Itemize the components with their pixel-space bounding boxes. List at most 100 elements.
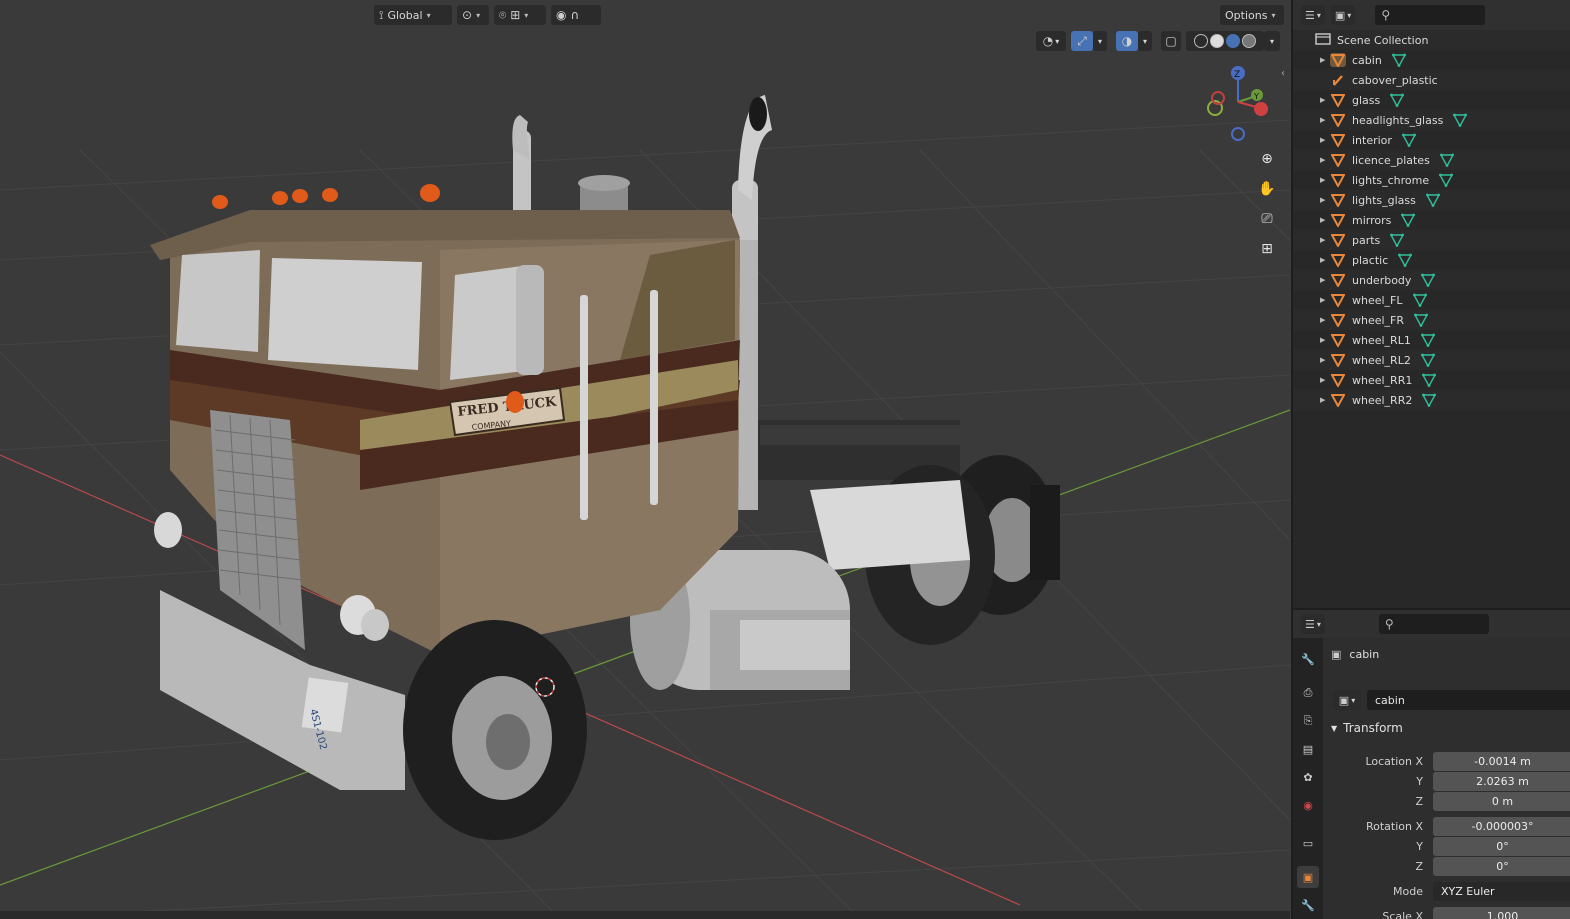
modifier-tab-icon[interactable]: 🔧: [1297, 894, 1319, 916]
outliner-item-underbody[interactable]: ▶ underbody: [1293, 270, 1570, 290]
transform-value-field[interactable]: 2.0263 m: [1433, 771, 1570, 791]
wireframe-shading-icon[interactable]: [1194, 34, 1208, 48]
output-tab-icon[interactable]: ⎘: [1297, 710, 1319, 732]
mesh-data-icon[interactable]: [1391, 53, 1406, 67]
outliner-item-wheel_FL[interactable]: ▶ wheel_FL: [1293, 290, 1570, 310]
mesh-data-icon[interactable]: [1420, 333, 1435, 347]
expand-arrow-icon[interactable]: ▶: [1320, 296, 1330, 304]
shading-dropdown[interactable]: ▾: [1264, 31, 1280, 51]
mesh-data-icon[interactable]: [1414, 313, 1429, 327]
mesh-data-icon[interactable]: [1421, 273, 1436, 287]
outliner-item-cabover_plastic[interactable]: cabover_plastic: [1293, 70, 1570, 90]
outliner-item-wheel_RL1[interactable]: ▶ wheel_RL1: [1293, 330, 1570, 350]
expand-arrow-icon[interactable]: ▶: [1320, 216, 1330, 224]
3d-viewport[interactable]: FRED TRUCK COMPANY 4S1-102 ⟟ Global ▾ ⊙ …: [0, 0, 1290, 919]
outliner-item-cabin[interactable]: ▶ cabin: [1293, 50, 1570, 70]
collection-tab-icon[interactable]: ▭: [1297, 832, 1319, 854]
rotation-mode-dropdown[interactable]: XYZ Euler: [1433, 881, 1570, 901]
material-preview-shading-icon[interactable]: [1226, 34, 1240, 48]
expand-arrow-icon[interactable]: ▶: [1320, 56, 1330, 64]
transform-value-field[interactable]: 0°: [1433, 836, 1570, 856]
mesh-data-icon[interactable]: [1425, 193, 1440, 207]
world-tab-icon[interactable]: ◉: [1297, 794, 1319, 816]
snap-dropdown[interactable]: ⌾ ⊞ ▾: [494, 5, 546, 25]
expand-arrow-icon[interactable]: ▶: [1320, 116, 1330, 124]
outliner-item-wheel_RR2[interactable]: ▶ wheel_RR2: [1293, 390, 1570, 410]
outliner-item-licence_plates[interactable]: ▶ licence_plates: [1293, 150, 1570, 170]
tool-tab-icon[interactable]: 🔧: [1297, 648, 1319, 670]
mesh-data-icon[interactable]: [1420, 353, 1435, 367]
solid-shading-icon[interactable]: [1210, 34, 1224, 48]
options-dropdown[interactable]: Options ▾: [1220, 5, 1284, 25]
outliner-item-plactic[interactable]: ▶ plactic: [1293, 250, 1570, 270]
expand-arrow-icon[interactable]: ▶: [1320, 136, 1330, 144]
transform-panel-header[interactable]: ▼ Transform: [1331, 721, 1403, 735]
rendered-shading-icon[interactable]: [1242, 34, 1256, 48]
scene-collection-row[interactable]: Scene Collection: [1293, 30, 1570, 50]
expand-arrow-icon[interactable]: ▶: [1320, 376, 1330, 384]
mesh-data-icon[interactable]: [1390, 93, 1405, 107]
truck-model[interactable]: FRED TRUCK COMPANY 4S1-102: [140, 90, 1080, 850]
mesh-data-icon[interactable]: [1439, 153, 1454, 167]
editor-type-dropdown[interactable]: ☰ ▾: [1301, 5, 1325, 25]
mesh-data-icon[interactable]: [1412, 293, 1427, 307]
expand-arrow-icon[interactable]: ▶: [1320, 356, 1330, 364]
expand-arrow-icon[interactable]: ▶: [1320, 316, 1330, 324]
mesh-data-icon[interactable]: [1401, 133, 1416, 147]
scene-tab-icon[interactable]: ✿: [1297, 766, 1319, 788]
expand-arrow-icon[interactable]: ▶: [1320, 236, 1330, 244]
pivot-point-dropdown[interactable]: ⊙ ▾: [457, 5, 489, 25]
outliner-item-mirrors[interactable]: ▶ mirrors: [1293, 210, 1570, 230]
expand-arrow-icon[interactable]: ▶: [1320, 276, 1330, 284]
gizmo-dropdown[interactable]: ▾: [1093, 31, 1107, 51]
expand-arrow-icon[interactable]: ▶: [1320, 156, 1330, 164]
sidebar-toggle-icon[interactable]: ‹: [1281, 68, 1290, 82]
transform-value-field[interactable]: 0 m: [1433, 791, 1570, 811]
transform-value-field[interactable]: -0.000003°: [1433, 816, 1570, 836]
outliner-item-wheel_RR1[interactable]: ▶ wheel_RR1: [1293, 370, 1570, 390]
view-layer-tab-icon[interactable]: ▤: [1297, 738, 1319, 760]
mesh-data-icon[interactable]: [1401, 213, 1416, 227]
navigation-gizmo[interactable]: Z Y: [1200, 62, 1280, 147]
properties-search-input[interactable]: ⚲: [1378, 614, 1489, 634]
outliner-item-wheel_RL2[interactable]: ▶ wheel_RL2: [1293, 350, 1570, 370]
overlays-toggle[interactable]: ◑: [1116, 31, 1138, 51]
outliner-item-headlights_glass[interactable]: ▶ headlights_glass: [1293, 110, 1570, 130]
object-tab-icon[interactable]: ▣: [1297, 866, 1319, 888]
render-tab-icon[interactable]: ⎙: [1297, 682, 1319, 704]
proportional-editing[interactable]: ◉ ∩: [551, 5, 601, 25]
outliner-item-wheel_FR[interactable]: ▶ wheel_FR: [1293, 310, 1570, 330]
outliner-item-parts[interactable]: ▶ parts: [1293, 230, 1570, 250]
visibility-dropdown[interactable]: ◔ ▾: [1036, 31, 1066, 51]
overlays-dropdown[interactable]: ▾: [1138, 31, 1152, 51]
transform-value-field[interactable]: 0°: [1433, 856, 1570, 876]
perspective-grid-icon[interactable]: ⊞: [1254, 236, 1280, 262]
transform-orientation-dropdown[interactable]: ⟟ Global ▾: [374, 5, 452, 25]
mesh-data-icon[interactable]: [1422, 393, 1437, 407]
expand-arrow-icon[interactable]: ▶: [1320, 396, 1330, 404]
outliner-item-interior[interactable]: ▶ interior: [1293, 130, 1570, 150]
expand-arrow-icon[interactable]: ▶: [1320, 336, 1330, 344]
mesh-data-icon[interactable]: [1422, 373, 1437, 387]
mesh-data-icon[interactable]: [1453, 113, 1468, 127]
outliner-item-lights_glass[interactable]: ▶ lights_glass: [1293, 190, 1570, 210]
object-name-field[interactable]: cabin: [1367, 690, 1570, 710]
expand-arrow-icon[interactable]: ▶: [1320, 256, 1330, 264]
mesh-data-icon[interactable]: [1398, 253, 1413, 267]
xray-toggle[interactable]: ▢: [1161, 31, 1181, 51]
mesh-data-icon[interactable]: [1439, 173, 1454, 187]
outliner-item-lights_chrome[interactable]: ▶ lights_chrome: [1293, 170, 1570, 190]
display-mode-dropdown[interactable]: ▣ ▾: [1330, 5, 1356, 25]
outliner-item-glass[interactable]: ▶ glass: [1293, 90, 1570, 110]
zoom-icon[interactable]: ⊕: [1254, 146, 1280, 172]
transform-value-field[interactable]: 1.000: [1433, 906, 1570, 919]
expand-arrow-icon[interactable]: ▶: [1320, 196, 1330, 204]
gizmo-toggle[interactable]: ⤢: [1071, 31, 1093, 51]
pan-hand-icon[interactable]: ✋: [1254, 176, 1280, 202]
transform-value-field[interactable]: -0.0014 m: [1433, 751, 1570, 771]
camera-view-icon[interactable]: ⎚: [1254, 206, 1280, 232]
properties-editor-type-dropdown[interactable]: ☰ ▾: [1301, 614, 1325, 634]
mesh-data-icon[interactable]: [1390, 233, 1405, 247]
outliner-search-input[interactable]: ⚲: [1375, 5, 1486, 25]
object-type-dropdown[interactable]: ▣ ▾: [1333, 690, 1361, 710]
